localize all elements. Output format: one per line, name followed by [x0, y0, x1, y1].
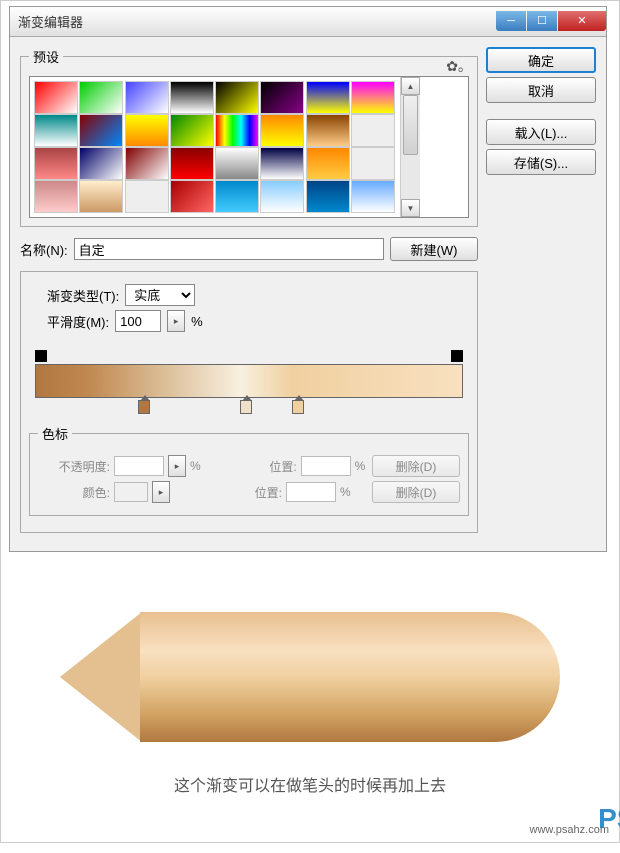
name-input[interactable] [74, 238, 384, 260]
preset-swatch[interactable] [125, 147, 169, 180]
scroll-thumb[interactable] [403, 95, 418, 155]
preset-swatch[interactable] [34, 147, 78, 180]
name-label: 名称(N): [20, 240, 68, 259]
opacity-flyout-icon: ▸ [168, 455, 186, 477]
preset-swatch[interactable] [79, 147, 123, 180]
smoothness-input[interactable] [115, 310, 161, 332]
close-button[interactable]: ✕ [558, 11, 606, 31]
preset-swatch[interactable] [351, 81, 395, 114]
preset-swatch[interactable] [125, 81, 169, 114]
color-position-input [286, 482, 336, 502]
preset-swatch[interactable] [34, 81, 78, 114]
presets-legend: 预设 [29, 47, 63, 66]
preset-swatch[interactable] [215, 114, 259, 147]
opacity-input [114, 456, 164, 476]
gradient-type-select[interactable]: 实底 [125, 284, 195, 306]
brand-url: www.psahz.com [530, 824, 609, 836]
preset-swatch[interactable] [34, 180, 78, 213]
presets-fieldset: 预设 ✿｡ ▲ ▼ [20, 47, 478, 227]
percent-label: % [191, 314, 203, 329]
preset-swatch[interactable] [170, 180, 214, 213]
preset-swatch[interactable] [260, 81, 304, 114]
color-swatch [114, 482, 148, 502]
color-stop-2[interactable] [240, 400, 252, 414]
preset-scrollbar[interactable]: ▲ ▼ [400, 77, 420, 217]
caption-text: 这个渐变可以在做笔头的时候再加上去 [1, 772, 619, 796]
color-flyout-icon: ▸ [152, 481, 170, 503]
smoothness-label: 平滑度(M): [47, 312, 109, 331]
save-button[interactable]: 存储(S)... [486, 149, 596, 175]
minimize-button[interactable]: ─ [496, 11, 526, 31]
preset-swatch[interactable] [306, 114, 350, 147]
color-position-label: 位置: [210, 484, 282, 501]
preset-swatch[interactable] [351, 147, 395, 180]
preset-swatch[interactable] [125, 180, 169, 213]
preset-swatch[interactable] [351, 114, 395, 147]
preset-swatch[interactable] [34, 114, 78, 147]
preset-swatch[interactable] [306, 180, 350, 213]
gradient-config-fieldset: 渐变类型(T): 实底 平滑度(M): ▸ % [20, 271, 478, 533]
opacity-stop-left[interactable] [35, 350, 47, 362]
scroll-down-icon[interactable]: ▼ [401, 199, 420, 217]
pencil-preview [1, 612, 619, 742]
preset-swatch[interactable] [215, 81, 259, 114]
smoothness-flyout-icon[interactable]: ▸ [167, 310, 185, 332]
stops-fieldset: 色标 不透明度: ▸ % 位置: % 删除(D) [29, 424, 469, 516]
preset-swatch[interactable] [306, 81, 350, 114]
preset-swatch[interactable] [170, 147, 214, 180]
preset-swatch[interactable] [351, 180, 395, 213]
preset-swatch[interactable] [79, 180, 123, 213]
preset-swatch[interactable] [306, 147, 350, 180]
titlebar[interactable]: 渐变编辑器 ─ ☐ ✕ [10, 7, 606, 37]
delete-opacity-button: 删除(D) [372, 455, 460, 477]
color-label: 颜色: [38, 484, 110, 501]
delete-color-button: 删除(D) [372, 481, 460, 503]
gear-icon[interactable]: ✿｡ [446, 56, 465, 76]
cancel-button[interactable]: 取消 [486, 77, 596, 103]
opacity-position-label: 位置: [225, 458, 297, 475]
preset-swatch[interactable] [170, 81, 214, 114]
opacity-stop-right[interactable] [451, 350, 463, 362]
maximize-button[interactable]: ☐ [527, 11, 557, 31]
preset-grid [30, 77, 400, 217]
preset-swatch[interactable] [170, 114, 214, 147]
preset-swatch[interactable] [215, 147, 259, 180]
gradient-preview-bar[interactable] [35, 364, 463, 398]
load-button[interactable]: 载入(L)... [486, 119, 596, 145]
color-stop-1[interactable] [138, 400, 150, 414]
preset-swatch[interactable] [79, 114, 123, 147]
scroll-up-icon[interactable]: ▲ [401, 77, 420, 95]
color-stop-3[interactable] [292, 400, 304, 414]
opacity-position-input [301, 456, 351, 476]
preset-swatch[interactable] [79, 81, 123, 114]
gradient-type-label: 渐变类型(T): [47, 286, 119, 305]
new-button[interactable]: 新建(W) [390, 237, 478, 261]
ok-button[interactable]: 确定 [486, 47, 596, 73]
preset-swatch[interactable] [260, 180, 304, 213]
pencil-body [140, 612, 560, 742]
preset-swatch[interactable] [260, 114, 304, 147]
preset-swatch[interactable] [125, 114, 169, 147]
pencil-tip [60, 612, 142, 742]
gradient-editor-window: 渐变编辑器 ─ ☐ ✕ 预设 ✿｡ ▲ [9, 6, 607, 552]
window-title: 渐变编辑器 [10, 12, 83, 31]
opacity-label: 不透明度: [38, 458, 110, 475]
stops-legend: 色标 [38, 424, 72, 443]
preset-swatch[interactable] [215, 180, 259, 213]
preset-swatch[interactable] [260, 147, 304, 180]
